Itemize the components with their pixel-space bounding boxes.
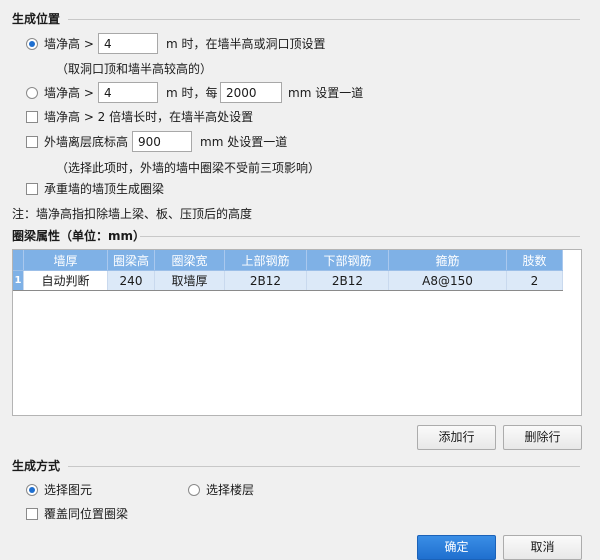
position-note: 注：墙净高指扣除墙上梁、板、压顶后的高度	[12, 207, 253, 221]
table-cell[interactable]: 2	[506, 270, 563, 291]
check2-end: mm 处设置一道	[200, 135, 288, 149]
position-divider	[68, 19, 580, 20]
table-row[interactable]: 1 自动判断 240 取墙厚 2B12 2B12 A8@150 2	[13, 270, 563, 291]
col-header[interactable]: 圈梁宽	[154, 250, 225, 271]
check2-note: （选择此项时，外墙的墙中圈梁不受前三项影响）	[56, 161, 321, 175]
table-cell[interactable]: 2B12	[306, 270, 389, 291]
cancel-button[interactable]: 取消	[503, 535, 582, 560]
add-row-button[interactable]: 添加行	[417, 425, 496, 450]
method-radio1-label: 选择图元	[44, 483, 93, 497]
props-table: 墙厚 圈梁高 圈梁宽 上部钢筋 下部钢筋 箍筋 肢数 1 自动判断 240 取墙…	[13, 250, 563, 291]
position-section-title: 生成位置	[12, 12, 61, 26]
table-corner	[13, 250, 24, 271]
opt1-label: 墙净高 >	[44, 37, 94, 51]
col-header[interactable]: 肢数	[506, 250, 563, 271]
col-header[interactable]: 上部钢筋	[224, 250, 307, 271]
check-double-length[interactable]	[26, 111, 38, 123]
ok-button[interactable]: 确定	[417, 535, 496, 560]
check-exterior-wall[interactable]	[26, 136, 38, 148]
method-section-title: 生成方式	[12, 459, 61, 473]
opt2-label: 墙净高 >	[44, 86, 94, 100]
method-radio-select-element[interactable]	[26, 484, 38, 496]
row-index[interactable]: 1	[13, 270, 24, 291]
props-section-title: 圈梁属性（单位：mm）	[12, 229, 146, 243]
col-header[interactable]: 箍筋	[388, 250, 507, 271]
col-header[interactable]: 下部钢筋	[306, 250, 389, 271]
opt2-spacing-input[interactable]	[220, 82, 282, 103]
opt1-text: m 时，在墙半高或洞口顶设置	[166, 37, 326, 51]
opt2-mid: m 时，每	[166, 86, 218, 100]
check-load-bearing[interactable]	[26, 183, 38, 195]
table-cell[interactable]: 取墙厚	[154, 270, 225, 291]
table-cell[interactable]: 240	[107, 270, 155, 291]
method-radio-select-floor[interactable]	[188, 484, 200, 496]
overwrite-label: 覆盖同位置圈梁	[44, 507, 129, 521]
method-divider	[68, 466, 580, 467]
delete-row-button[interactable]: 删除行	[503, 425, 582, 450]
opt2-height-input[interactable]	[98, 82, 158, 103]
check-overwrite[interactable]	[26, 508, 38, 520]
col-header[interactable]: 墙厚	[23, 250, 108, 271]
props-divider	[140, 236, 580, 237]
position-radio-spacing[interactable]	[26, 87, 38, 99]
check2-height-input[interactable]	[132, 131, 192, 152]
props-table-panel: 墙厚 圈梁高 圈梁宽 上部钢筋 下部钢筋 箍筋 肢数 1 自动判断 240 取墙…	[12, 249, 582, 416]
opt2-end: mm 设置一道	[288, 86, 364, 100]
col-header[interactable]: 圈梁高	[107, 250, 155, 271]
table-cell[interactable]: 2B12	[224, 270, 307, 291]
opt1-height-input[interactable]	[98, 33, 158, 54]
table-cell[interactable]: 自动判断	[23, 270, 108, 291]
method-radio2-label: 选择楼层	[206, 483, 255, 497]
check3-label: 承重墙的墙顶生成圈梁	[44, 182, 165, 196]
position-radio-half-height[interactable]	[26, 38, 38, 50]
opt1-note: （取洞口顶和墙半高较高的）	[56, 62, 213, 76]
check2-label: 外墙离层底标高	[44, 135, 129, 149]
table-cell[interactable]: A8@150	[388, 270, 507, 291]
check1-label: 墙净高 > 2 倍墙长时，在墙半高处设置	[44, 110, 254, 124]
